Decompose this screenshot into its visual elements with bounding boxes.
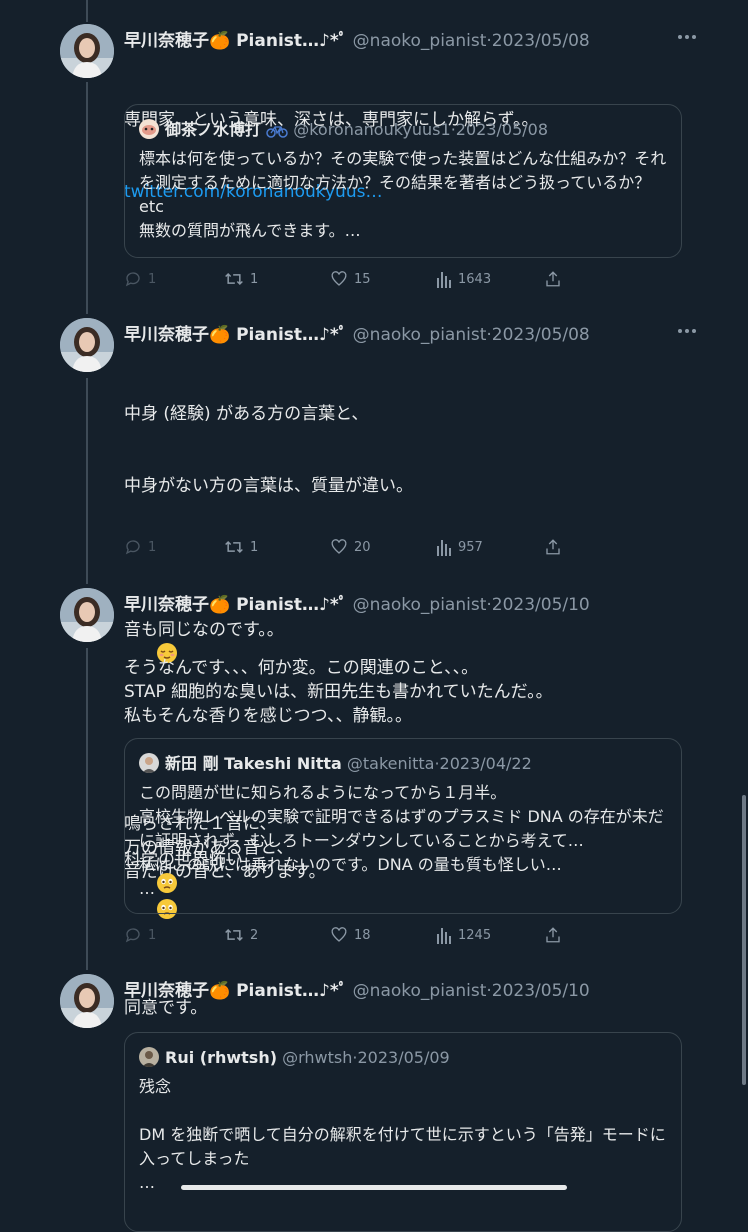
- heart-icon: [331, 927, 347, 942]
- quote-display-name: 新田 剛 Takeshi Nitta: [165, 754, 342, 773]
- woman-portrait-avatar: [60, 974, 114, 1028]
- heart-icon: [331, 539, 347, 554]
- views-bar-chart-icon: [437, 272, 451, 288]
- quote-header: 御茶ノ水博打 @koronanoukyuus1·2023/05/08: [139, 117, 667, 143]
- view-count: 957: [458, 539, 483, 555]
- quote-display-name: Rui (rhwtsh): [165, 1048, 278, 1067]
- quote-timestamp: 2023/04/22: [439, 754, 532, 773]
- more-options-icon[interactable]: [678, 34, 696, 40]
- views-bar-chart-icon: [437, 540, 451, 556]
- quoted-tweet[interactable]: Rui (rhwtsh) @rhwtsh·2023/05/09 残念 DM を独…: [124, 1032, 682, 1232]
- share-button[interactable]: [544, 536, 562, 558]
- quote-avatar: [139, 753, 159, 773]
- quote-header: 新田 剛 Takeshi Nitta @takenitta·2023/04/22: [139, 751, 667, 777]
- view-count: 1643: [458, 271, 492, 287]
- thread-line: [86, 0, 88, 22]
- display-name[interactable]: 早川奈穂子🍊 Pianist…♪*ﾟ: [124, 325, 347, 345]
- views-button[interactable]: 957: [436, 536, 483, 558]
- scrollbar[interactable]: [742, 795, 746, 1085]
- woman-portrait-avatar: [60, 588, 114, 642]
- view-count: 1245: [458, 927, 492, 943]
- like-count: 18: [354, 927, 371, 943]
- like-button[interactable]: 15: [330, 268, 371, 290]
- views-button[interactable]: 1643: [436, 268, 491, 290]
- woman-portrait-avatar: [60, 24, 114, 78]
- tweet[interactable]: 早川奈穂子🍊 Pianist…♪*ﾟ @naoko_pianist·2023/0…: [0, 318, 748, 882]
- action-bar: 1 2 18 1245: [124, 924, 584, 946]
- quote-timestamp: 2023/05/08: [455, 120, 548, 139]
- reply-button[interactable]: 1: [124, 536, 156, 558]
- heart-icon: [331, 271, 347, 286]
- tweet[interactable]: 早川奈穂子🍊 Pianist…♪*ﾟ @naoko_pianist·2023/0…: [0, 974, 748, 1232]
- reply-button[interactable]: 1: [124, 924, 156, 946]
- share-button[interactable]: [544, 268, 562, 290]
- retweet-button[interactable]: 1: [224, 268, 258, 290]
- handle[interactable]: @naoko_pianist: [353, 325, 487, 345]
- reply-icon: [125, 540, 140, 555]
- reply-count: 1: [148, 539, 157, 555]
- like-count: 20: [354, 539, 371, 555]
- quote-handle: @rhwtsh: [282, 1048, 353, 1067]
- action-bar: 1 1 20 957: [124, 536, 584, 558]
- reply-button[interactable]: 1: [124, 268, 156, 290]
- like-button[interactable]: 18: [330, 924, 371, 946]
- tweet-text-line: 中身 (経験) がある方の言葉と、: [124, 404, 369, 424]
- retweet-icon: [225, 272, 243, 286]
- quote-display-name: 御茶ノ水博打: [165, 120, 262, 139]
- reply-icon: [125, 928, 140, 943]
- quote-handle: @takenitta: [346, 754, 435, 773]
- tweet-text-line: 中身がない方の言葉は、質量が違い。: [124, 476, 413, 496]
- timestamp[interactable]: 2023/05/08: [492, 325, 590, 345]
- reply-icon: [125, 272, 140, 287]
- retweet-icon: [225, 540, 243, 554]
- share-icon: [546, 927, 560, 943]
- retweet-button[interactable]: 1: [224, 536, 258, 558]
- retweet-count: 1: [250, 539, 259, 555]
- retweet-button[interactable]: 2: [224, 924, 258, 946]
- avatar[interactable]: [60, 318, 114, 372]
- quote-avatar: [139, 119, 159, 139]
- bicycle-icon: [266, 126, 288, 138]
- handle[interactable]: @naoko_pianist: [353, 31, 487, 51]
- retweet-icon: [225, 928, 243, 942]
- reply-count: 1: [148, 927, 157, 943]
- action-bar: 1 1 15 1643: [124, 268, 584, 290]
- views-bar-chart-icon: [437, 928, 451, 944]
- retweet-count: 2: [250, 927, 259, 943]
- avatar[interactable]: [60, 24, 114, 78]
- woman-portrait-avatar: [60, 318, 114, 372]
- share-button[interactable]: [544, 924, 562, 946]
- home-indicator[interactable]: [181, 1185, 567, 1190]
- timestamp[interactable]: 2023/05/08: [492, 31, 590, 51]
- more-options-icon[interactable]: [678, 328, 696, 334]
- avatar[interactable]: [60, 974, 114, 1028]
- quote-avatar: [139, 1047, 159, 1067]
- tweet-text: 同意です。: [124, 998, 208, 1018]
- quote-text: この問題が世に知られるようになってから１月半。 高校生物レベルの実験で証明できる…: [139, 783, 664, 898]
- quote-text: 標本は何を使っているか？その実験で使った装置はどんな仕組みか？それを測定するため…: [139, 149, 667, 240]
- tweet-header: 早川奈穂子🍊 Pianist…♪*ﾟ @naoko_pianist·2023/0…: [124, 28, 668, 54]
- share-icon: [546, 539, 560, 555]
- retweet-count: 1: [250, 271, 259, 287]
- reply-count: 1: [148, 271, 157, 287]
- share-icon: [546, 271, 560, 287]
- tweet-header: 早川奈穂子🍊 Pianist…♪*ﾟ @naoko_pianist·2023/0…: [124, 322, 668, 348]
- quote-handle: @koronanoukyuus1: [293, 120, 451, 139]
- views-button[interactable]: 1245: [436, 924, 491, 946]
- tweet[interactable]: 早川奈穂子🍊 Pianist…♪*ﾟ @naoko_pianist·2023/0…: [0, 588, 748, 958]
- quoted-tweet[interactable]: 新田 剛 Takeshi Nitta @takenitta·2023/04/22…: [124, 738, 682, 914]
- quote-timestamp: 2023/05/09: [357, 1048, 450, 1067]
- like-button[interactable]: 20: [330, 536, 371, 558]
- display-name[interactable]: 早川奈穂子🍊 Pianist…♪*ﾟ: [124, 31, 347, 51]
- quote-header: Rui (rhwtsh) @rhwtsh·2023/05/09: [139, 1045, 667, 1071]
- tweet[interactable]: 早川奈穂子🍊 Pianist…♪*ﾟ @naoko_pianist·2023/0…: [0, 24, 748, 304]
- quote-text: 残念 DM を独断で晒して自分の解釈を付けて世に示すという「告発」モードに入って…: [139, 1077, 666, 1192]
- quoted-tweet[interactable]: 御茶ノ水博打 @koronanoukyuus1·2023/05/08 標本は何を…: [124, 104, 682, 258]
- like-count: 15: [354, 271, 371, 287]
- tweet-text-line: そうなんです、、、何か変。この関連のこと、、。 STAP 細胞的な臭いは、新田先…: [124, 658, 553, 726]
- avatar[interactable]: [60, 588, 114, 642]
